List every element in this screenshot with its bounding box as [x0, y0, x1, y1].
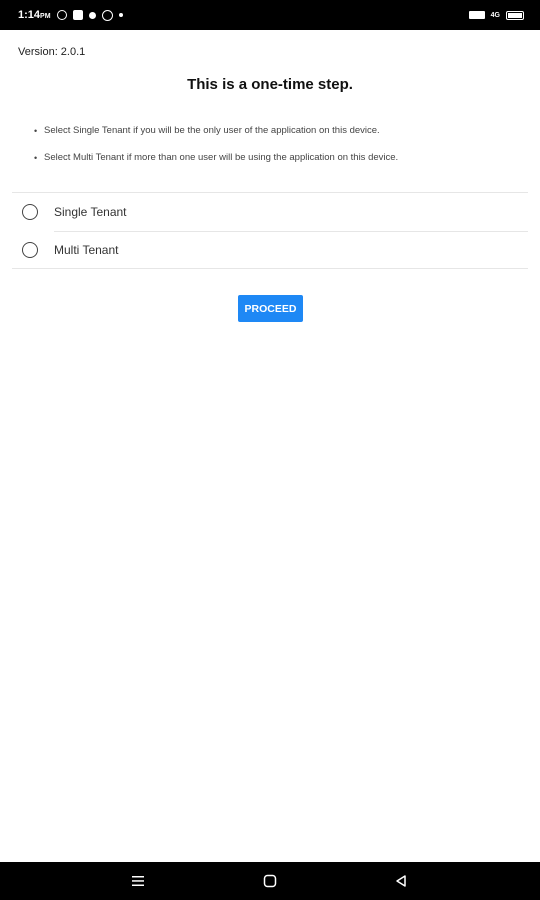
- battery-icon: [506, 10, 524, 20]
- instructions-list: Select Single Tenant if you will be the …: [34, 124, 398, 178]
- notification-dot-icon: [118, 13, 123, 17]
- back-icon[interactable]: [381, 862, 421, 900]
- home-icon[interactable]: [250, 862, 290, 900]
- option-multi-tenant[interactable]: Multi Tenant: [22, 232, 522, 268]
- divider: [12, 192, 528, 193]
- signal-icon: [468, 11, 485, 19]
- status-bar: 1:14PM 4G: [0, 0, 540, 30]
- status-time: 1:14PM: [18, 9, 51, 21]
- instruction-item: Select Multi Tenant if more than one use…: [34, 151, 398, 178]
- proceed-button[interactable]: PROCEED: [238, 295, 303, 322]
- radio-button[interactable]: [22, 204, 38, 220]
- status-bar-left: 1:14PM: [18, 9, 123, 21]
- option-label: Single Tenant: [54, 205, 127, 219]
- page-title: This is a one-time step.: [187, 76, 353, 93]
- menu-icon[interactable]: [118, 862, 158, 900]
- navigation-bar: [0, 862, 540, 900]
- option-label: Multi Tenant: [54, 243, 119, 257]
- globe-icon: [101, 9, 113, 21]
- divider: [12, 268, 528, 269]
- radio-button[interactable]: [22, 242, 38, 258]
- app-icon: [72, 10, 83, 20]
- option-single-tenant[interactable]: Single Tenant: [22, 194, 522, 230]
- network-type: 4G: [490, 11, 500, 19]
- version-label: Version: 2.0.1: [18, 46, 86, 58]
- whatsapp-icon: [56, 10, 67, 20]
- status-bar-right: 4G: [468, 10, 524, 20]
- instruction-item: Select Single Tenant if you will be the …: [34, 124, 398, 151]
- dot-icon: [88, 11, 96, 19]
